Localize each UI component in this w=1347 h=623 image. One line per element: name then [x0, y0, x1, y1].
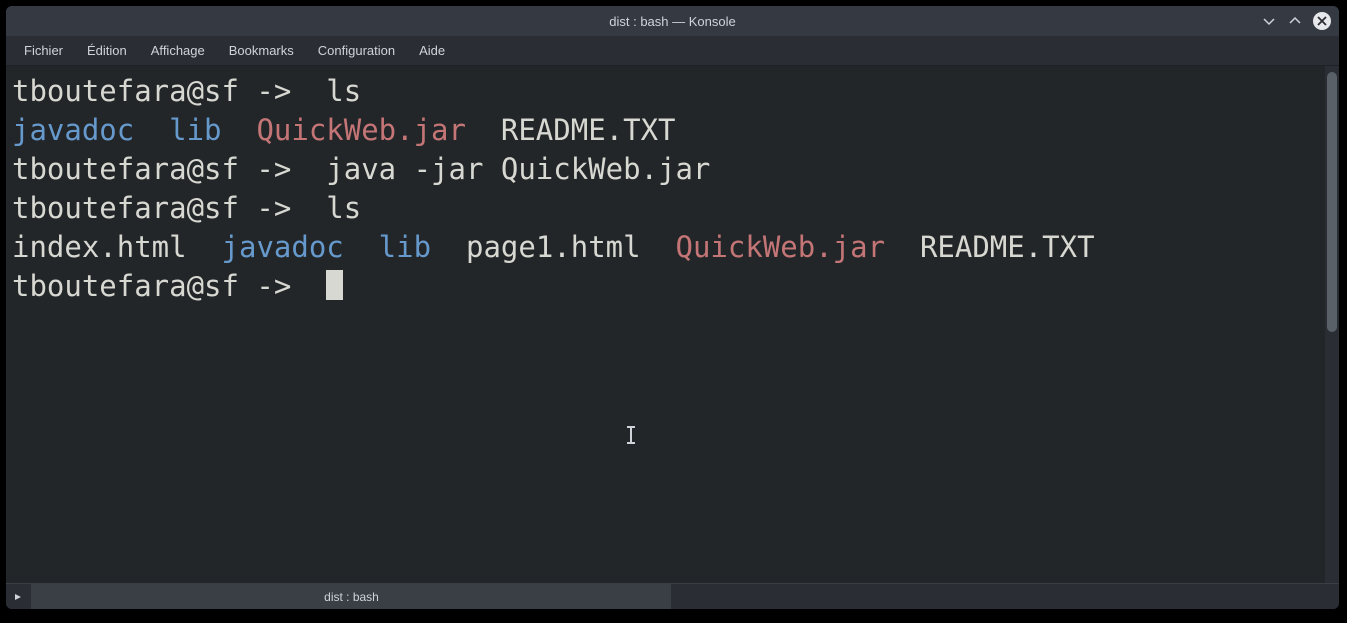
terminal-line: index.html javadoc lib page1.html QuickW…	[12, 228, 1321, 267]
block-cursor	[326, 270, 343, 300]
terminal-line: tboutefara@sf ->	[12, 267, 1321, 306]
konsole-window: dist : bash — Konsole Fichier Édition Af…	[6, 6, 1339, 609]
close-button[interactable]	[1313, 12, 1331, 30]
menu-edition[interactable]: Édition	[75, 37, 139, 64]
menu-configuration[interactable]: Configuration	[306, 37, 407, 64]
terminal-line: tboutefara@sf -> ls	[12, 189, 1321, 228]
maximize-button[interactable]	[1287, 13, 1303, 29]
new-tab-button[interactable]	[6, 584, 32, 609]
tab-label: dist : bash	[324, 590, 379, 604]
statusbar: dist : bash	[6, 583, 1339, 609]
scrollbar-thumb[interactable]	[1327, 72, 1337, 332]
menu-aide[interactable]: Aide	[407, 37, 457, 64]
menubar: Fichier Édition Affichage Bookmarks Conf…	[6, 36, 1339, 66]
terminal[interactable]: tboutefara@sf -> lsjavadoc lib QuickWeb.…	[6, 66, 1325, 583]
menu-affichage[interactable]: Affichage	[139, 37, 217, 64]
window-controls	[1261, 12, 1331, 30]
terminal-area: tboutefara@sf -> lsjavadoc lib QuickWeb.…	[6, 66, 1339, 583]
tab-dist-bash[interactable]: dist : bash	[32, 584, 672, 609]
terminal-line: tboutefara@sf -> ls	[12, 72, 1321, 111]
terminal-line: javadoc lib QuickWeb.jar README.TXT	[12, 111, 1321, 150]
menu-bookmarks[interactable]: Bookmarks	[217, 37, 306, 64]
scrollbar[interactable]	[1325, 66, 1339, 583]
titlebar[interactable]: dist : bash — Konsole	[6, 6, 1339, 36]
menu-fichier[interactable]: Fichier	[12, 37, 75, 64]
window-title: dist : bash — Konsole	[609, 14, 735, 29]
minimize-button[interactable]	[1261, 13, 1277, 29]
terminal-line: tboutefara@sf -> java -jar QuickWeb.jar	[12, 150, 1321, 189]
